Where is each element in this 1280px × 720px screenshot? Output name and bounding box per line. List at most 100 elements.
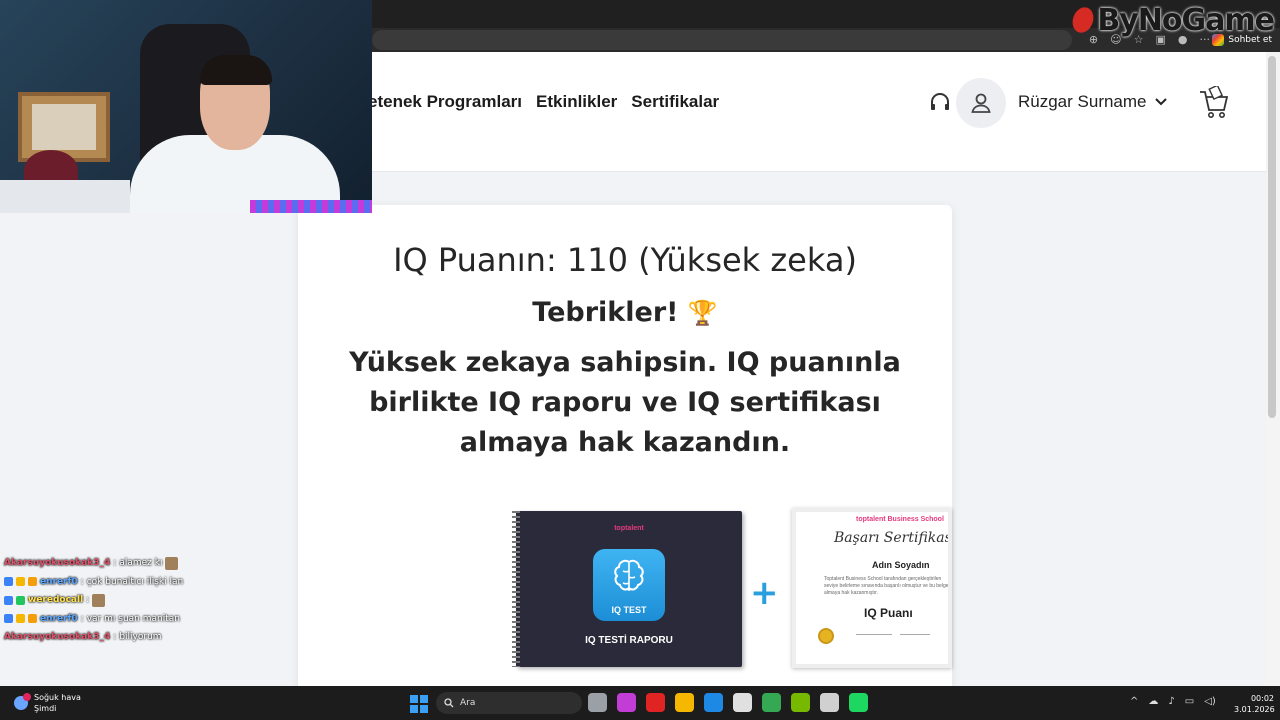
- chat-text: biliyorum: [119, 632, 162, 643]
- result-card: IQ Puanın: 110 (Yüksek zeka) Tebrikler! …: [298, 205, 952, 686]
- congrats-heading: Tebrikler! 🏆: [298, 297, 952, 328]
- task-view-icon[interactable]: [588, 693, 607, 712]
- clock-time: 00:02: [1250, 694, 1274, 703]
- chat-separator: :: [113, 632, 117, 643]
- chat-username[interactable]: weredocall: [28, 595, 83, 605]
- chat-badge-icon: [16, 614, 25, 624]
- chat-badge-icon: [16, 595, 25, 605]
- trophy-icon: 🏆: [687, 299, 718, 327]
- weather-widget[interactable]: Soğuk hava Şimdi: [14, 692, 81, 714]
- chat-badge-icon: [16, 577, 25, 587]
- chat-message: weredocall:: [4, 591, 264, 610]
- streamer: [130, 55, 340, 213]
- windows-start-icon[interactable]: [410, 695, 428, 713]
- headset-icon[interactable]: [928, 90, 952, 114]
- chat-text: var mı şuan manitan: [86, 613, 180, 624]
- certificate-image: toptalent Business School Başarı Sertifi…: [792, 508, 952, 668]
- avatar[interactable]: [956, 78, 1006, 128]
- chat-text: çok bunaltıcı ilişki lan: [86, 576, 184, 587]
- iq-test-label: IQ TEST: [611, 605, 647, 615]
- congrats-text: Tebrikler!: [532, 297, 679, 328]
- clock-date: 3.01.2026: [1234, 705, 1275, 714]
- store-icon[interactable]: [733, 693, 752, 712]
- watermark-logo: ByNoGame: [1069, 0, 1275, 40]
- chat-message: Akarsuyokusokak3_4: alamez kı: [4, 554, 264, 573]
- chat-badge-icon: [4, 595, 13, 605]
- certificate-iq-label: IQ Puanı: [864, 606, 913, 620]
- streamer-hair: [200, 55, 272, 85]
- signature-line: [856, 634, 892, 635]
- chat-badge-icon: [28, 614, 37, 624]
- obs-icon[interactable]: [820, 693, 839, 712]
- main-nav: etenek Programları Etkinlikler Sertifika…: [368, 92, 719, 112]
- chrome-icon[interactable]: [762, 693, 781, 712]
- clock[interactable]: 00:02 3.01.2026: [1234, 693, 1275, 715]
- search-icon: [444, 698, 454, 708]
- watermark-text: ByNoGame: [1097, 2, 1275, 38]
- report-caption: IQ TESTİ RAPORU: [585, 635, 673, 646]
- chat-username[interactable]: enrerf0: [40, 577, 78, 587]
- weather-subtitle: Şimdi: [34, 704, 57, 713]
- chat-message: Akarsuyokusokak3_4: biliyorum: [4, 628, 264, 647]
- iq-test-tile: IQ TEST: [593, 549, 665, 621]
- chat-username[interactable]: enrerf0: [40, 614, 78, 624]
- chat-message: enrerf0: var mı şuan manitan: [4, 610, 264, 629]
- chat-badge-icon: [28, 577, 37, 587]
- chat-emote-icon: [165, 556, 179, 570]
- result-message: Yüksek zekaya sahipsin. IQ puanınla birl…: [349, 347, 901, 458]
- iq-report-image: toptalent IQ TEST IQ TESTİ RAPORU: [512, 511, 742, 667]
- certificate-description: Toptalent Business School tarafından ger…: [824, 576, 952, 596]
- chevron-up-icon[interactable]: ^: [1130, 696, 1138, 707]
- search-placeholder: Ara: [460, 698, 476, 708]
- username-label: Rüzgar Surname: [1018, 92, 1147, 111]
- webcam-overlay: [0, 0, 372, 213]
- chat-separator: :: [80, 576, 84, 587]
- chat-separator: :: [86, 595, 90, 606]
- user-icon: [971, 93, 991, 113]
- file-explorer-icon[interactable]: [675, 693, 694, 712]
- bynogame-logo-icon: [1069, 5, 1095, 35]
- chat-badge-icon: [4, 614, 13, 624]
- copilot-icon[interactable]: [617, 693, 636, 712]
- nvidia-icon[interactable]: [791, 693, 810, 712]
- edge-icon[interactable]: [704, 693, 723, 712]
- nav-item-programs[interactable]: etenek Programları: [368, 92, 522, 112]
- certificate-name: Adın Soyadın: [872, 560, 930, 570]
- chat-separator: :: [80, 613, 84, 624]
- stream-chat: Akarsuyokusokak3_4: alamez kı enrerf0: çok …: [4, 554, 264, 647]
- cart-icon[interactable]: [1198, 84, 1229, 120]
- certificate-title: Başarı Sertifikası: [834, 530, 952, 546]
- nav-item-certificates[interactable]: Sertifikalar: [631, 92, 719, 112]
- scrollbar-thumb[interactable]: [1268, 56, 1276, 418]
- chat-username[interactable]: Akarsuyokusokak3_4: [4, 558, 110, 568]
- nav-item-events[interactable]: Etkinlikler: [536, 92, 617, 112]
- system-tray: ^ ☁ ♪ ▭ ◁): [1130, 696, 1216, 707]
- chat-emote-icon: [92, 593, 106, 607]
- rgb-lights: [250, 200, 372, 213]
- date-line: [900, 634, 930, 635]
- desk: [0, 180, 130, 213]
- seal-icon: [818, 628, 834, 644]
- spotify-icon[interactable]: [849, 693, 868, 712]
- chat-username[interactable]: Akarsuyokusokak3_4: [4, 632, 110, 642]
- plus-icon: +: [750, 573, 779, 613]
- weather-icon: [14, 693, 31, 710]
- report-brand: toptalent: [614, 525, 644, 532]
- opera-icon[interactable]: [646, 693, 665, 712]
- volume-icon[interactable]: ◁): [1204, 696, 1216, 707]
- display-icon[interactable]: ▭: [1185, 696, 1194, 707]
- chat-badge-icon: [4, 577, 13, 587]
- user-menu[interactable]: Rüzgar Surname: [1018, 92, 1167, 112]
- address-bar[interactable]: [372, 30, 1072, 50]
- iq-score-heading: IQ Puanın: 110 (Yüksek zeka): [393, 241, 857, 279]
- brain-icon: [614, 559, 644, 591]
- chevron-down-icon: [1154, 98, 1167, 106]
- windows-taskbar: Soğuk hava Şimdi Ara ^ ☁ ♪ ▭ ◁) 00:02 3.…: [0, 686, 1280, 720]
- chat-separator: :: [113, 558, 117, 569]
- taskbar-search[interactable]: Ara: [436, 692, 582, 714]
- microphone-icon[interactable]: ♪: [1168, 696, 1174, 707]
- chat-message: enrerf0: çok bunaltıcı ilişki lan: [4, 573, 264, 592]
- chat-text: alamez kı: [119, 558, 163, 569]
- cloud-icon[interactable]: ☁: [1148, 696, 1158, 707]
- taskbar-apps: [588, 693, 868, 712]
